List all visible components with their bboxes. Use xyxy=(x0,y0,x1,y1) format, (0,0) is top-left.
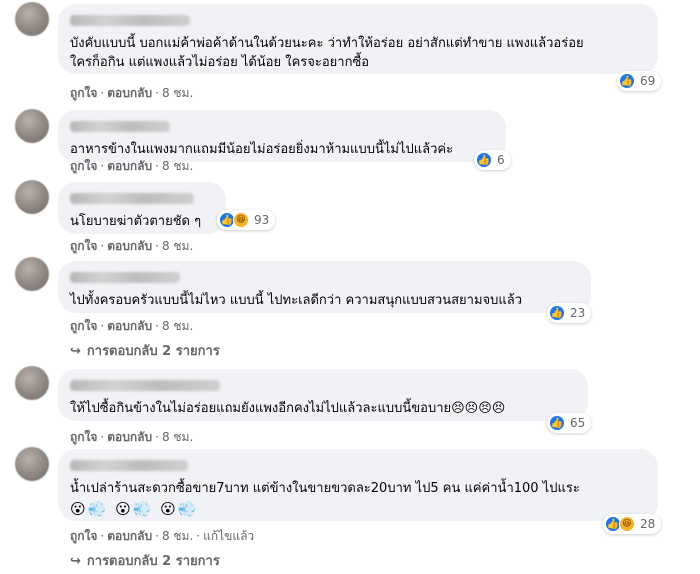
comment-text: ไปทั้งครอบครัวแบบนี้ไม่ไหว แบบนี้ ไปทะเล… xyxy=(70,293,523,308)
replies-count-label: การตอบกลับ 2 รายการ xyxy=(86,344,220,359)
reaction-count: 28 xyxy=(640,517,656,531)
comment-text: ให้ไปซื้อกินข้างในไม่อร่อยแถมยังแพงอีกคง… xyxy=(70,401,506,416)
comment-actions: ถูกใจ · ตอบกลับ · 8 ชม. xyxy=(70,239,194,253)
comment-bubble: น้ำเปล่าร้านสะดวกซื้อขาย7บาท แต่ข้างในขา… xyxy=(58,449,658,521)
reaction-count: 23 xyxy=(570,306,586,320)
reaction-summary[interactable]: 👍 6 xyxy=(474,150,511,170)
reply-arrow-icon: ↪ xyxy=(70,344,81,359)
avatar[interactable] xyxy=(15,180,49,214)
comment-actions: ถูกใจ · ตอบกลับ · 8 ชม. xyxy=(70,159,194,173)
reaction-count: 69 xyxy=(640,74,656,88)
comment-bubble: อาหารข้างในแพงมากแถมมีน้อยไม่อร่อยยิ่งมา… xyxy=(58,110,506,162)
comment-bubble: ให้ไปซื้อกินข้างในไม่อร่อยแถมยังแพงอีกคง… xyxy=(58,369,588,421)
reaction-summary[interactable]: 👍 65 xyxy=(547,413,592,433)
reaction-count: 93 xyxy=(254,213,270,227)
comment-text-line: บังคับแบบนี้ บอกแม่ค้าพ่อค้าด้านในด้วยนะ… xyxy=(70,36,584,51)
avatar[interactable] xyxy=(15,257,49,291)
timestamp[interactable]: 8 ชม. xyxy=(162,529,193,543)
comment-actions: ถูกใจ · ตอบกลับ · 8 ชม. xyxy=(70,319,194,333)
like-button[interactable]: ถูกใจ xyxy=(70,319,97,333)
author-name-blurred[interactable] xyxy=(70,193,194,204)
reaction-count: 6 xyxy=(497,153,505,167)
like-button[interactable]: ถูกใจ xyxy=(70,239,97,253)
emoji-sequence: 😮💨 😮💨 😮💨 xyxy=(70,500,199,518)
comment-actions: ถูกใจ · ตอบกลับ · 8 ชม. xyxy=(70,430,194,444)
timestamp[interactable]: 8 ชม. xyxy=(162,319,193,333)
reply-button[interactable]: ตอบกลับ xyxy=(107,430,152,444)
comment-text: น้ำเปล่าร้านสะดวกซื้อขาย7บาท แต่ข้างในขา… xyxy=(70,481,580,496)
comment-text-line: ใครก็อกิน แต่แพงแล้วไม่อร่อย ได้น้อย ใคร… xyxy=(70,55,370,70)
like-reaction-icon: 👍 xyxy=(549,415,565,431)
timestamp[interactable]: 8 ชม. xyxy=(162,430,193,444)
haha-reaction-icon: 😆 xyxy=(233,212,249,228)
timestamp[interactable]: 8 ชม. xyxy=(162,159,193,173)
avatar[interactable] xyxy=(15,447,49,481)
timestamp[interactable]: 8 ชม. xyxy=(162,239,193,253)
reaction-summary[interactable]: 👍 23 xyxy=(547,303,592,323)
author-name-blurred[interactable] xyxy=(70,460,188,471)
reply-button[interactable]: ตอบกลับ xyxy=(107,86,152,100)
reaction-summary[interactable]: 👍 69 xyxy=(617,71,662,91)
like-button[interactable]: ถูกใจ xyxy=(70,159,97,173)
reply-arrow-icon: ↪ xyxy=(70,554,81,569)
reply-button[interactable]: ตอบกลับ xyxy=(107,319,152,333)
like-button[interactable]: ถูกใจ xyxy=(70,529,97,543)
reply-button[interactable]: ตอบกลับ xyxy=(107,159,152,173)
comment-actions: ถูกใจ · ตอบกลับ · 8 ชม. xyxy=(70,86,194,100)
reaction-count: 65 xyxy=(570,416,586,430)
timestamp[interactable]: 8 ชม. xyxy=(162,86,193,100)
like-button[interactable]: ถูกใจ xyxy=(70,430,97,444)
view-replies-link[interactable]: ↪ การตอบกลับ 2 รายการ xyxy=(70,550,220,571)
like-reaction-icon: 👍 xyxy=(549,305,565,321)
view-replies-link[interactable]: ↪ การตอบกลับ 2 รายการ xyxy=(70,340,220,361)
like-reaction-icon: 👍 xyxy=(476,152,492,168)
like-reaction-icon: 👍 xyxy=(619,73,635,89)
edited-label[interactable]: แก้ไขแล้ว xyxy=(203,529,254,543)
avatar[interactable] xyxy=(15,109,49,143)
reply-button[interactable]: ตอบกลับ xyxy=(107,239,152,253)
haha-reaction-icon: 😆 xyxy=(619,516,635,532)
author-name-blurred[interactable] xyxy=(70,380,220,391)
reaction-summary[interactable]: 👍 😆 28 xyxy=(603,514,662,534)
comment-bubble: นโยบายฆ่าตัวตายชัด ๆ xyxy=(58,182,226,234)
reply-button[interactable]: ตอบกลับ xyxy=(107,529,152,543)
author-name-blurred[interactable] xyxy=(70,15,190,26)
author-name-blurred[interactable] xyxy=(70,272,180,283)
emoji-sequence: 😣😣😣😣 xyxy=(451,401,506,416)
comment-bubble: ไปทั้งครอบครัวแบบนี้ไม่ไหว แบบนี้ ไปทะเล… xyxy=(58,261,591,313)
replies-count-label: การตอบกลับ 2 รายการ xyxy=(86,554,220,569)
comment-actions: ถูกใจ · ตอบกลับ · 8 ชม. · แก้ไขแล้ว xyxy=(70,529,255,543)
avatar[interactable] xyxy=(15,2,49,36)
comment-bubble: บังคับแบบนี้ บอกแม่ค้าพ่อค้าด้านในด้วยนะ… xyxy=(58,4,658,74)
avatar[interactable] xyxy=(15,366,49,400)
author-name-blurred[interactable] xyxy=(70,121,170,132)
like-button[interactable]: ถูกใจ xyxy=(70,86,97,100)
comment-text: นโยบายฆ่าตัวตายชัด ๆ xyxy=(70,214,202,229)
reaction-summary[interactable]: 👍 😆 93 xyxy=(217,210,276,230)
